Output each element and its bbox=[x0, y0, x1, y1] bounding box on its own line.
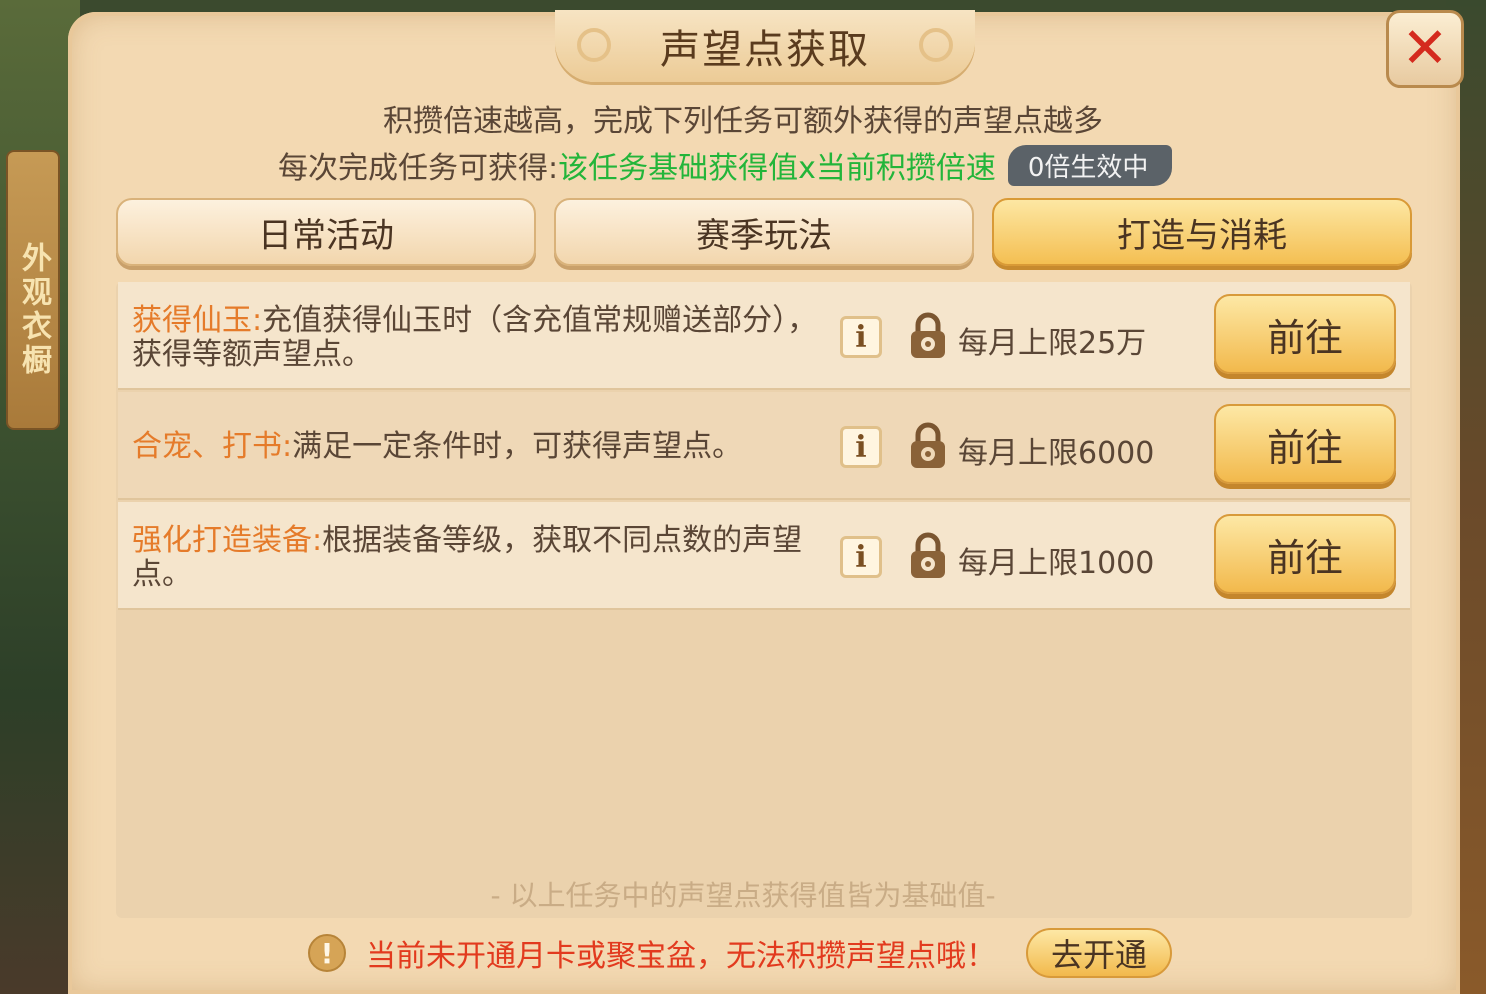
task-description: 强化打造装备:根据装备等级，获取不同点数的声望点。 bbox=[132, 524, 822, 592]
go-button[interactable]: 前往 bbox=[1214, 514, 1396, 594]
open-subscription-button[interactable]: 去开通 bbox=[1026, 928, 1172, 978]
info-icon[interactable]: i bbox=[840, 426, 882, 468]
task-name: 合宠、打书: bbox=[132, 429, 293, 464]
info-icon[interactable]: i bbox=[840, 536, 882, 578]
tab-daily-activity[interactable]: 日常活动 bbox=[116, 198, 536, 266]
task-detail: 满足一定条件时，可获得声望点。 bbox=[292, 429, 743, 464]
dialog-title: 声望点获取 bbox=[660, 27, 870, 73]
task-description: 合宠、打书:满足一定条件时，可获得声望点。 bbox=[132, 430, 822, 464]
tab-season-gameplay[interactable]: 赛季玩法 bbox=[554, 198, 974, 266]
tab-crafting-consumption[interactable]: 打造与消耗 bbox=[992, 198, 1412, 266]
base-value-footnote: - 以上任务中的声望点获得值皆为基础值- bbox=[490, 879, 996, 912]
task-row: 强化打造装备:根据装备等级，获取不同点数的声望点。 i 每月上限1000 前往 bbox=[118, 502, 1410, 610]
exclamation-icon: ! bbox=[308, 934, 346, 972]
close-x-icon: ✕ bbox=[1401, 16, 1449, 81]
wardrobe-side-tag[interactable]: 外观衣橱 bbox=[6, 150, 60, 430]
task-name: 获得仙玉: bbox=[132, 303, 263, 338]
subtitle-text: 积攒倍速越高，完成下列任务可额外获得的声望点越多 bbox=[383, 104, 1103, 139]
info-icon[interactable]: i bbox=[840, 316, 882, 358]
swirl-ornament-icon bbox=[919, 28, 953, 62]
swirl-ornament-icon bbox=[577, 28, 611, 62]
monthly-limit: 每月上限6000 bbox=[958, 436, 1155, 471]
task-list: 获得仙玉:充值获得仙玉时（含充值常规赠送部分），获得等额声望点。 i 每月上限2… bbox=[116, 282, 1412, 918]
multiplier-badge: 0倍生效中 bbox=[1007, 144, 1173, 186]
warning-bar: ! 当前未开通月卡或聚宝盆，无法积攒声望点哦！ 去开通 bbox=[308, 928, 1172, 978]
lock-icon bbox=[911, 312, 945, 358]
monthly-limit: 每月上限1000 bbox=[958, 546, 1155, 581]
lock-icon bbox=[911, 532, 945, 578]
formula-line: 每次完成任务可获得: 该任务基础获得值x当前积攒倍速 0倍生效中 bbox=[278, 143, 1173, 187]
warning-text: 当前未开通月卡或聚宝盆，无法积攒声望点哦！ bbox=[366, 939, 996, 974]
monthly-limit: 每月上限25万 bbox=[958, 326, 1147, 361]
title-plate: 声望点获取 bbox=[555, 10, 975, 82]
formula-prefix: 每次完成任务可获得: bbox=[278, 151, 559, 186]
go-button[interactable]: 前往 bbox=[1214, 404, 1396, 484]
task-row: 合宠、打书:满足一定条件时，可获得声望点。 i 每月上限6000 前往 bbox=[118, 392, 1410, 500]
formula-text: 该任务基础获得值x当前积攒倍速 bbox=[558, 151, 996, 186]
task-name: 强化打造装备: bbox=[132, 523, 323, 558]
task-description: 获得仙玉:充值获得仙玉时（含充值常规赠送部分），获得等额声望点。 bbox=[132, 304, 822, 372]
close-button[interactable]: ✕ bbox=[1386, 10, 1464, 88]
task-row: 获得仙玉:充值获得仙玉时（含充值常规赠送部分），获得等额声望点。 i 每月上限2… bbox=[118, 282, 1410, 390]
go-button[interactable]: 前往 bbox=[1214, 294, 1396, 374]
category-tabs: 日常活动 赛季玩法 打造与消耗 bbox=[116, 198, 1412, 268]
lock-icon bbox=[911, 422, 945, 468]
